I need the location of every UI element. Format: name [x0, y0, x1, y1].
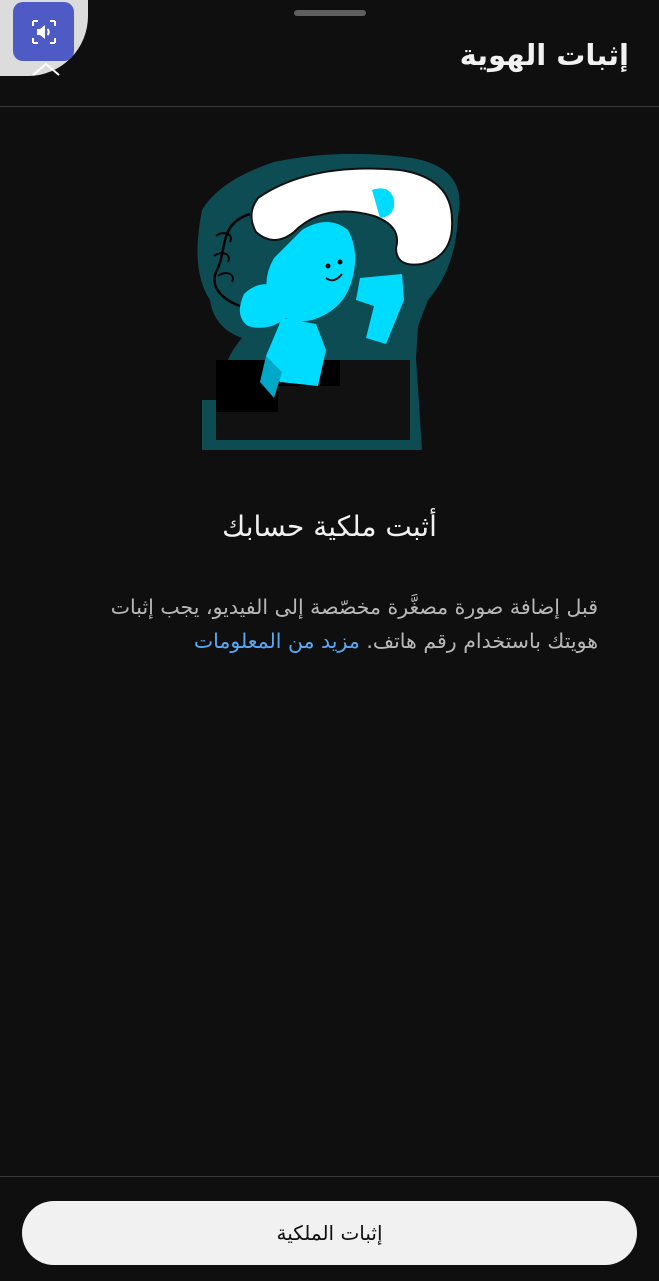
description: قبل إضافة صورة مصغَّرة مخصّصة إلى الفيدي… [60, 590, 598, 658]
learn-more-link[interactable]: مزيد من المعلومات [194, 629, 360, 653]
close-icon[interactable] [31, 60, 61, 76]
page-title: إثبات الهوية [459, 38, 629, 72]
illustration [197, 153, 460, 451]
header: إثبات الهوية [0, 0, 659, 107]
speaker-icon [31, 19, 56, 44]
headline: أثبت ملكية حسابك [222, 510, 437, 543]
sound-button[interactable] [13, 2, 74, 61]
verify-ownership-button[interactable]: إثبات الملكية [22, 1201, 637, 1265]
footer: إثبات الملكية [0, 1176, 659, 1281]
